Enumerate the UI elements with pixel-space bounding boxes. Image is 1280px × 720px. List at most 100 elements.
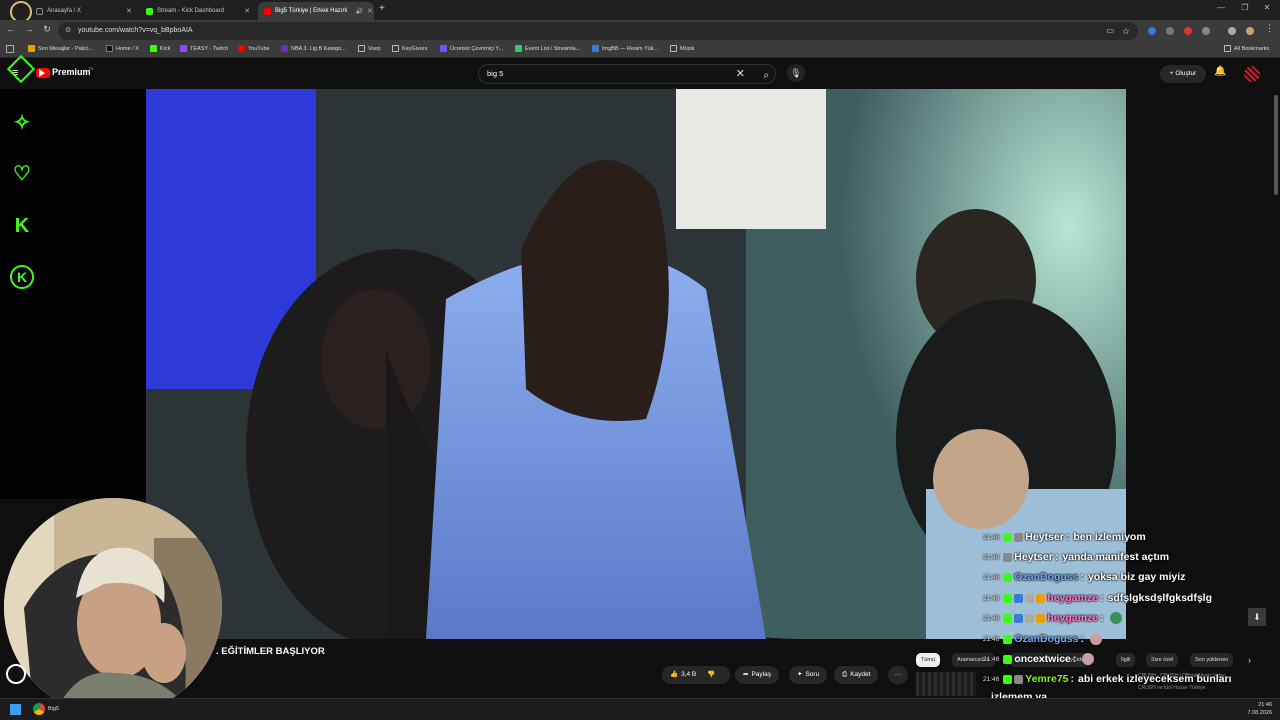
taskbar-app-label[interactable]: Big5 — [48, 706, 59, 712]
address-bar[interactable]: ⚙ youtube.com/watch?v=vq_bBpboAIA ☆ ▭ — [58, 22, 1138, 40]
new-tab-button[interactable]: + — [379, 3, 385, 14]
kick-k-icon: K — [14, 215, 30, 237]
chip-all[interactable]: Tümü — [916, 653, 941, 667]
search-icon[interactable]: ⌕ — [763, 67, 769, 85]
chat-badge-icon — [1036, 613, 1046, 623]
close-tab-icon[interactable]: ✕ — [367, 7, 373, 15]
chrome-taskbar-icon[interactable] — [33, 703, 45, 715]
chat-badge-icon — [1014, 532, 1024, 542]
youtube-premium-label[interactable]: Premium — [52, 67, 91, 77]
search-input[interactable]: big 5 ✕ ⌕ — [478, 64, 776, 84]
tab-youtube-video[interactable]: Big5 Türkiye | Erkek Hazırlı 🔊 ✕ — [258, 2, 374, 20]
chat-separator: : — [1100, 612, 1104, 624]
sparkle-ask-icon: ✦ — [797, 671, 803, 678]
close-tab-icon[interactable]: ✕ — [126, 7, 132, 15]
profile-avatar-icon[interactable] — [1246, 27, 1254, 35]
bookmark-item[interactable]: Kick — [150, 45, 170, 52]
bookmark-label: Kick — [160, 45, 171, 52]
apps-grid-icon[interactable] — [6, 45, 14, 53]
bookmark-save-icon: ⎙ — [842, 671, 848, 678]
close-tab-icon[interactable]: ✕ — [244, 7, 250, 15]
bookmark-label: All Bookmarks — [1234, 45, 1270, 52]
youtube-header: ≡ Premium TR big 5 ✕ ⌕ 🎙 + Oluştur 🔔 — [0, 58, 1280, 89]
scroll-to-bottom-icon[interactable]: ⬇ — [1248, 608, 1266, 626]
tab-x-home[interactable]: Anasayfa / X ✕ — [30, 2, 138, 20]
bookmark-label: YouTube — [248, 45, 270, 52]
windows-start-icon[interactable] — [10, 704, 21, 715]
bookmark-item[interactable]: KeyGivers — [392, 45, 427, 52]
extensions-puzzle-icon[interactable] — [1202, 27, 1210, 35]
forward-icon[interactable]: → — [22, 24, 36, 34]
tab-kick-dashboard[interactable]: Stream - Kick Dashboard ✕ — [140, 2, 256, 20]
share-arrow-icon: ➦ — [743, 671, 749, 678]
chat-badge-icon — [1003, 593, 1013, 603]
chat-username: oncextwice — [1014, 653, 1071, 665]
page-scrollbar[interactable] — [1274, 95, 1278, 195]
clock-time: 21:46 — [1258, 702, 1272, 708]
chat-timestamp: 21:46 — [983, 573, 1000, 581]
chat-separator: : — [1080, 633, 1084, 645]
bookmark-favicon-icon — [440, 45, 447, 52]
site-info-icon[interactable]: ⚙ — [65, 22, 71, 40]
bookmark-star-icon[interactable]: ☆ — [1122, 22, 1130, 40]
bookmark-item[interactable]: Son Mesajlar - Patici... — [28, 45, 93, 52]
sidepanel-icon[interactable] — [1228, 27, 1236, 35]
browser-menu-icon[interactable]: ⋮ — [1265, 23, 1274, 34]
chat-separator: : — [1100, 592, 1104, 604]
chat-timestamp: 21:46 — [983, 675, 1000, 683]
bookmark-favicon-icon — [281, 45, 288, 52]
folder-icon — [358, 45, 365, 52]
save-button[interactable]: ⎙ Kaydet — [834, 666, 879, 684]
extension-icon[interactable] — [1148, 27, 1156, 35]
clear-search-icon[interactable]: ✕ — [736, 65, 745, 83]
bookmark-item[interactable]: YouTube — [238, 45, 270, 52]
back-icon[interactable]: ← — [4, 24, 18, 34]
thumbs-down-icon[interactable]: 👎 — [707, 666, 715, 684]
bookmark-item[interactable]: TEASY - Twitch — [180, 45, 228, 52]
system-clock[interactable]: 21:46 7.08.2026 — [1248, 701, 1272, 717]
like-button[interactable]: 👍 3,4 B 👎 — [662, 666, 730, 684]
chat-message: 21:46 heygamze : sdfşlgksdşlfgksdfşlg — [983, 589, 1212, 607]
extension-icon[interactable] — [1166, 27, 1174, 35]
cast-icon[interactable]: ▭ — [1106, 22, 1114, 40]
speaker-icon[interactable]: 🔊 — [355, 8, 362, 15]
extension-icon[interactable] — [1184, 27, 1192, 35]
chat-badge-icon — [1003, 532, 1013, 542]
recommended-thumbnail[interactable] — [916, 672, 976, 696]
notifications-bell-icon[interactable]: 🔔 — [1214, 66, 1226, 77]
all-bookmarks[interactable]: All Bookmarks — [1224, 45, 1269, 52]
video-player[interactable] — [146, 89, 1126, 639]
bookmark-label: Voep — [368, 45, 381, 52]
bookmark-item[interactable]: NBA 3. Lig B Katego... — [281, 45, 346, 52]
chat-badge-icon — [1025, 593, 1035, 603]
share-button[interactable]: ➦ Paylaş — [735, 666, 779, 684]
bookmark-item[interactable]: Home / X — [106, 45, 139, 52]
chat-emote-icon — [1082, 653, 1095, 665]
more-actions-icon[interactable]: ··· — [888, 666, 908, 684]
bookmark-item[interactable]: Ücretsiz Çevrimiçi Y... — [440, 45, 503, 52]
bookmark-item[interactable]: Event List / Streamla... — [515, 45, 580, 52]
create-button[interactable]: + Oluştur — [1160, 65, 1206, 83]
chat-emote-icon — [1109, 612, 1122, 624]
bookmark-item[interactable]: Müzik — [670, 45, 694, 52]
bookmark-item[interactable]: Voep — [358, 45, 381, 52]
save-label: Kaydet — [850, 671, 871, 678]
maximize-icon[interactable]: ❐ — [1234, 3, 1256, 12]
bookmark-item[interactable]: ImgBB — Resim Yük... — [592, 45, 658, 52]
bookmark-favicon-icon — [180, 45, 187, 52]
window-close-icon[interactable]: ✕ — [1256, 3, 1278, 12]
thumbs-up-icon: 👍 — [670, 671, 679, 678]
sparkle-icon: ✧ — [13, 112, 31, 134]
account-avatar[interactable] — [1244, 66, 1260, 82]
microphone-icon[interactable]: 🎙 — [787, 64, 805, 82]
chat-badge-icon — [1003, 572, 1013, 582]
bookmark-label: Event List / Streamla... — [525, 45, 581, 52]
minimize-icon[interactable]: — — [1210, 3, 1232, 12]
bookmark-favicon-icon — [238, 45, 245, 52]
ask-button[interactable]: ✦ Soru — [789, 666, 828, 684]
reload-icon[interactable]: ↻ — [40, 24, 54, 35]
tab-label: Big5 Türkiye | Erkek Hazırlı — [275, 8, 348, 14]
bookmark-label: KeyGivers — [402, 45, 428, 52]
chat-username: Yemre75 — [1025, 673, 1069, 685]
chat-message: 21:46 heygamze : — [983, 609, 1122, 627]
